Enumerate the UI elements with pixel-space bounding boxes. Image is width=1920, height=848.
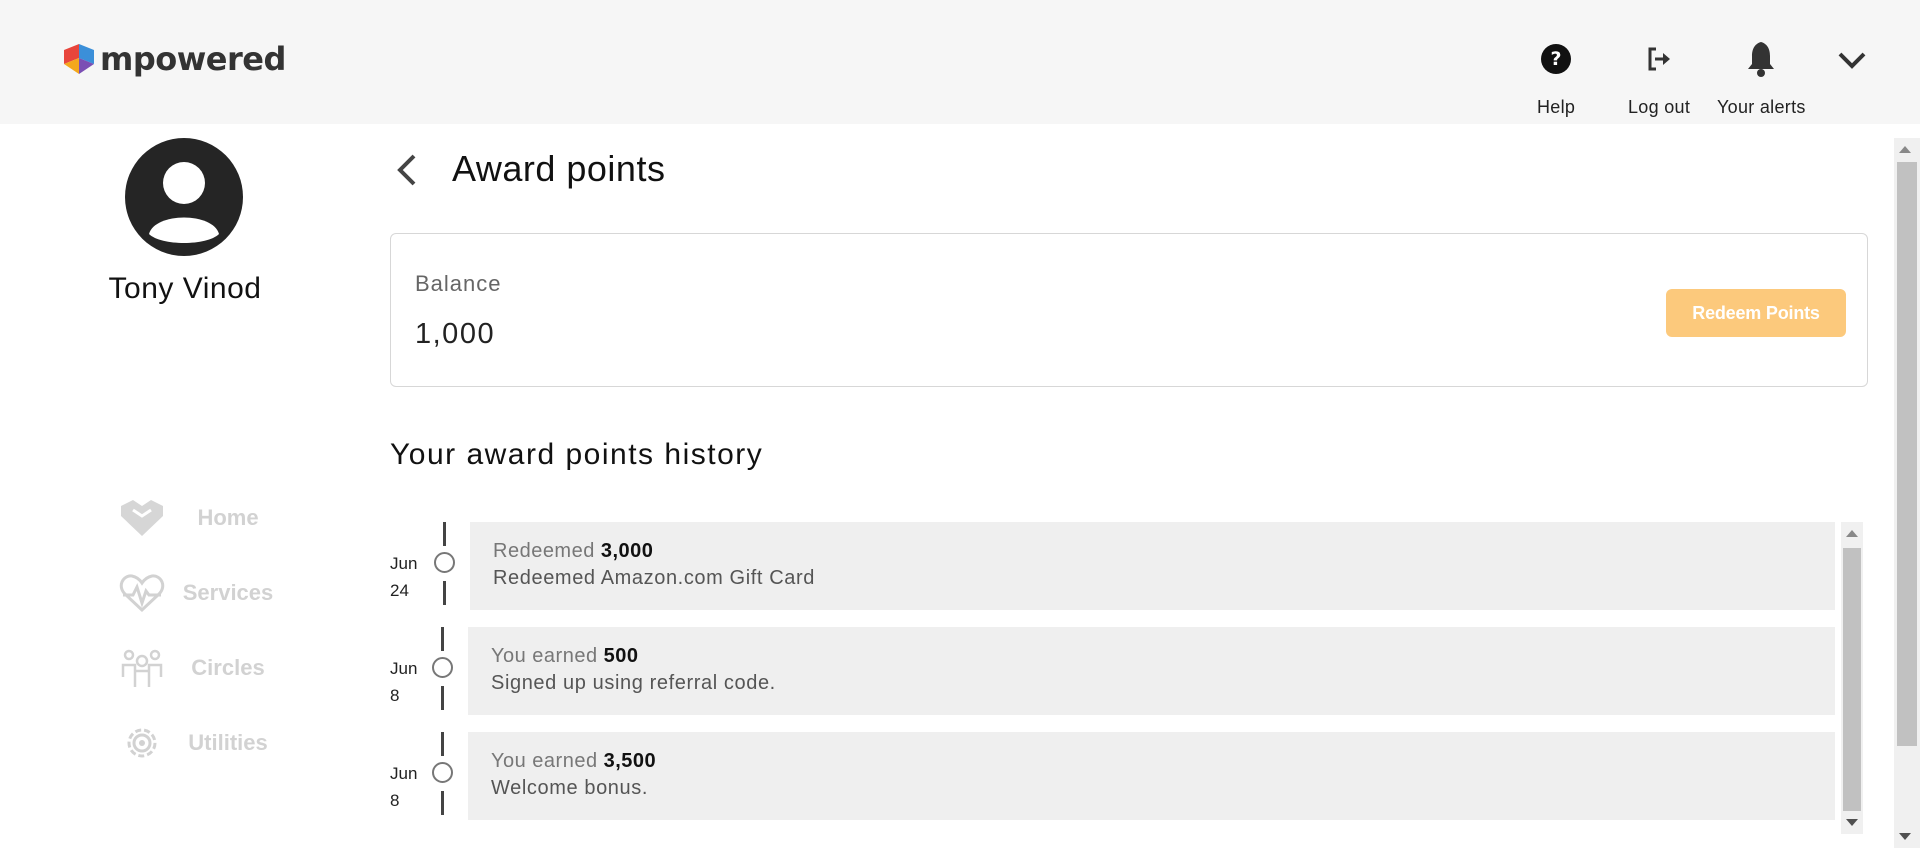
logout-icon [1645,40,1673,78]
sidebar-item-label: Circles [191,655,265,680]
back-chevron-icon[interactable] [392,152,422,188]
avatar[interactable] [125,138,243,256]
user-avatar-icon [149,162,219,243]
history-entry: Jun 8 You earned 3,500 Welcome bonus. [390,732,1835,820]
history-title: Your award points history [390,438,764,471]
entry-description: Signed up using referral code. [491,672,776,694]
gear-icon [118,721,166,765]
entry-summary: Redeemed 3,000 [493,540,653,563]
chevron-down-icon[interactable] [1836,48,1868,72]
balance-label: Balance [415,271,502,296]
timeline-line [443,522,446,546]
entry-action: Redeemed [493,540,595,562]
help-label: Help [1537,97,1576,117]
entry-day: 8 [390,791,400,810]
entry-amount: 3,000 [600,540,654,562]
brand-name: mpowered [100,40,286,78]
entry-day: 8 [390,686,400,705]
help-icon: ? [1540,40,1572,78]
entry-month: Jun [390,554,418,573]
sidebar-item-home[interactable]: Home [118,496,276,540]
help-button[interactable]: ? Help [1537,40,1575,118]
timeline-line [441,732,444,756]
timeline-dot [432,657,453,678]
entry-month: Jun [390,764,418,783]
scroll-up-arrow-icon[interactable] [1846,530,1858,537]
sidebar-item-circles[interactable]: Circles [118,646,276,690]
history-entry: Jun 8 You earned 500 Signed up using refe… [390,627,1835,715]
sidebar-item-label: Services [182,580,274,605]
logout-button[interactable]: Log out [1628,40,1690,118]
sidebar-item-label: Home [197,505,259,530]
sidebar-item-services[interactable]: Services [118,571,276,615]
timeline-line [443,581,446,605]
timeline-dot [432,762,453,783]
entry-description: Welcome bonus. [491,777,648,799]
entry-amount: 500 [603,645,639,667]
page-scrollbar-thumb[interactable] [1897,162,1917,746]
timeline-dot [434,552,455,573]
history-entry-card: You earned 3,500 Welcome bonus. [468,732,1835,820]
sidebar-item-label: Utilities [188,730,268,755]
bell-icon [1745,40,1777,78]
page-title: Award points [452,148,666,189]
scroll-up-arrow-icon[interactable] [1899,146,1911,153]
history-timeline: Jun 24 Redeemed 3,000 Redeemed Amazon.com… [390,522,1868,822]
entry-amount: 3,500 [603,750,657,772]
alerts-button[interactable]: Your alerts [1717,40,1806,118]
timeline-line [441,686,444,710]
home-heart-icon [118,496,166,540]
people-icon [118,646,166,690]
history-scrollbar-thumb[interactable] [1843,548,1861,811]
entry-summary: You earned 3,500 [491,750,656,773]
entry-action: You earned [491,750,598,772]
page-scrollbar[interactable] [1894,138,1920,848]
timeline-line [441,627,444,651]
sidebar: Tony Vinod Home Services Circles Utiliti… [0,124,370,848]
brand-logo[interactable]: mpowered [62,40,286,78]
timeline-line [441,791,444,815]
scroll-down-arrow-icon[interactable] [1846,819,1858,826]
mpowered-logo-icon [64,44,94,74]
balance-value: 1,000 [415,318,496,350]
history-scrollbar[interactable] [1841,522,1863,834]
entry-date: Jun 8 [390,760,430,814]
sidebar-item-utilities[interactable]: Utilities [118,721,276,765]
entry-summary: You earned 500 [491,645,638,668]
balance-card: Balance 1,000 Redeem Points [390,233,1868,387]
entry-date: Jun 24 [390,550,430,604]
alerts-label: Your alerts [1717,97,1806,117]
scroll-down-arrow-icon[interactable] [1899,833,1911,840]
logout-label: Log out [1628,97,1691,117]
heart-pulse-icon [118,571,166,615]
user-name: Tony Vinod [108,272,262,305]
entry-action: You earned [491,645,598,667]
entry-date: Jun 8 [390,655,430,709]
svg-text:?: ? [1551,48,1562,70]
entry-month: Jun [390,659,418,678]
history-entry-card: Redeemed 3,000 Redeemed Amazon.com Gift C… [470,522,1835,610]
entry-day: 24 [390,581,409,600]
history-entry-card: You earned 500 Signed up using referral c… [468,627,1835,715]
history-entry: Jun 24 Redeemed 3,000 Redeemed Amazon.com… [390,522,1835,610]
top-bar: mpowered ? Help Log out Your alerts [0,0,1920,124]
entry-description: Redeemed Amazon.com Gift Card [493,567,815,589]
redeem-points-button[interactable]: Redeem Points [1666,289,1846,337]
